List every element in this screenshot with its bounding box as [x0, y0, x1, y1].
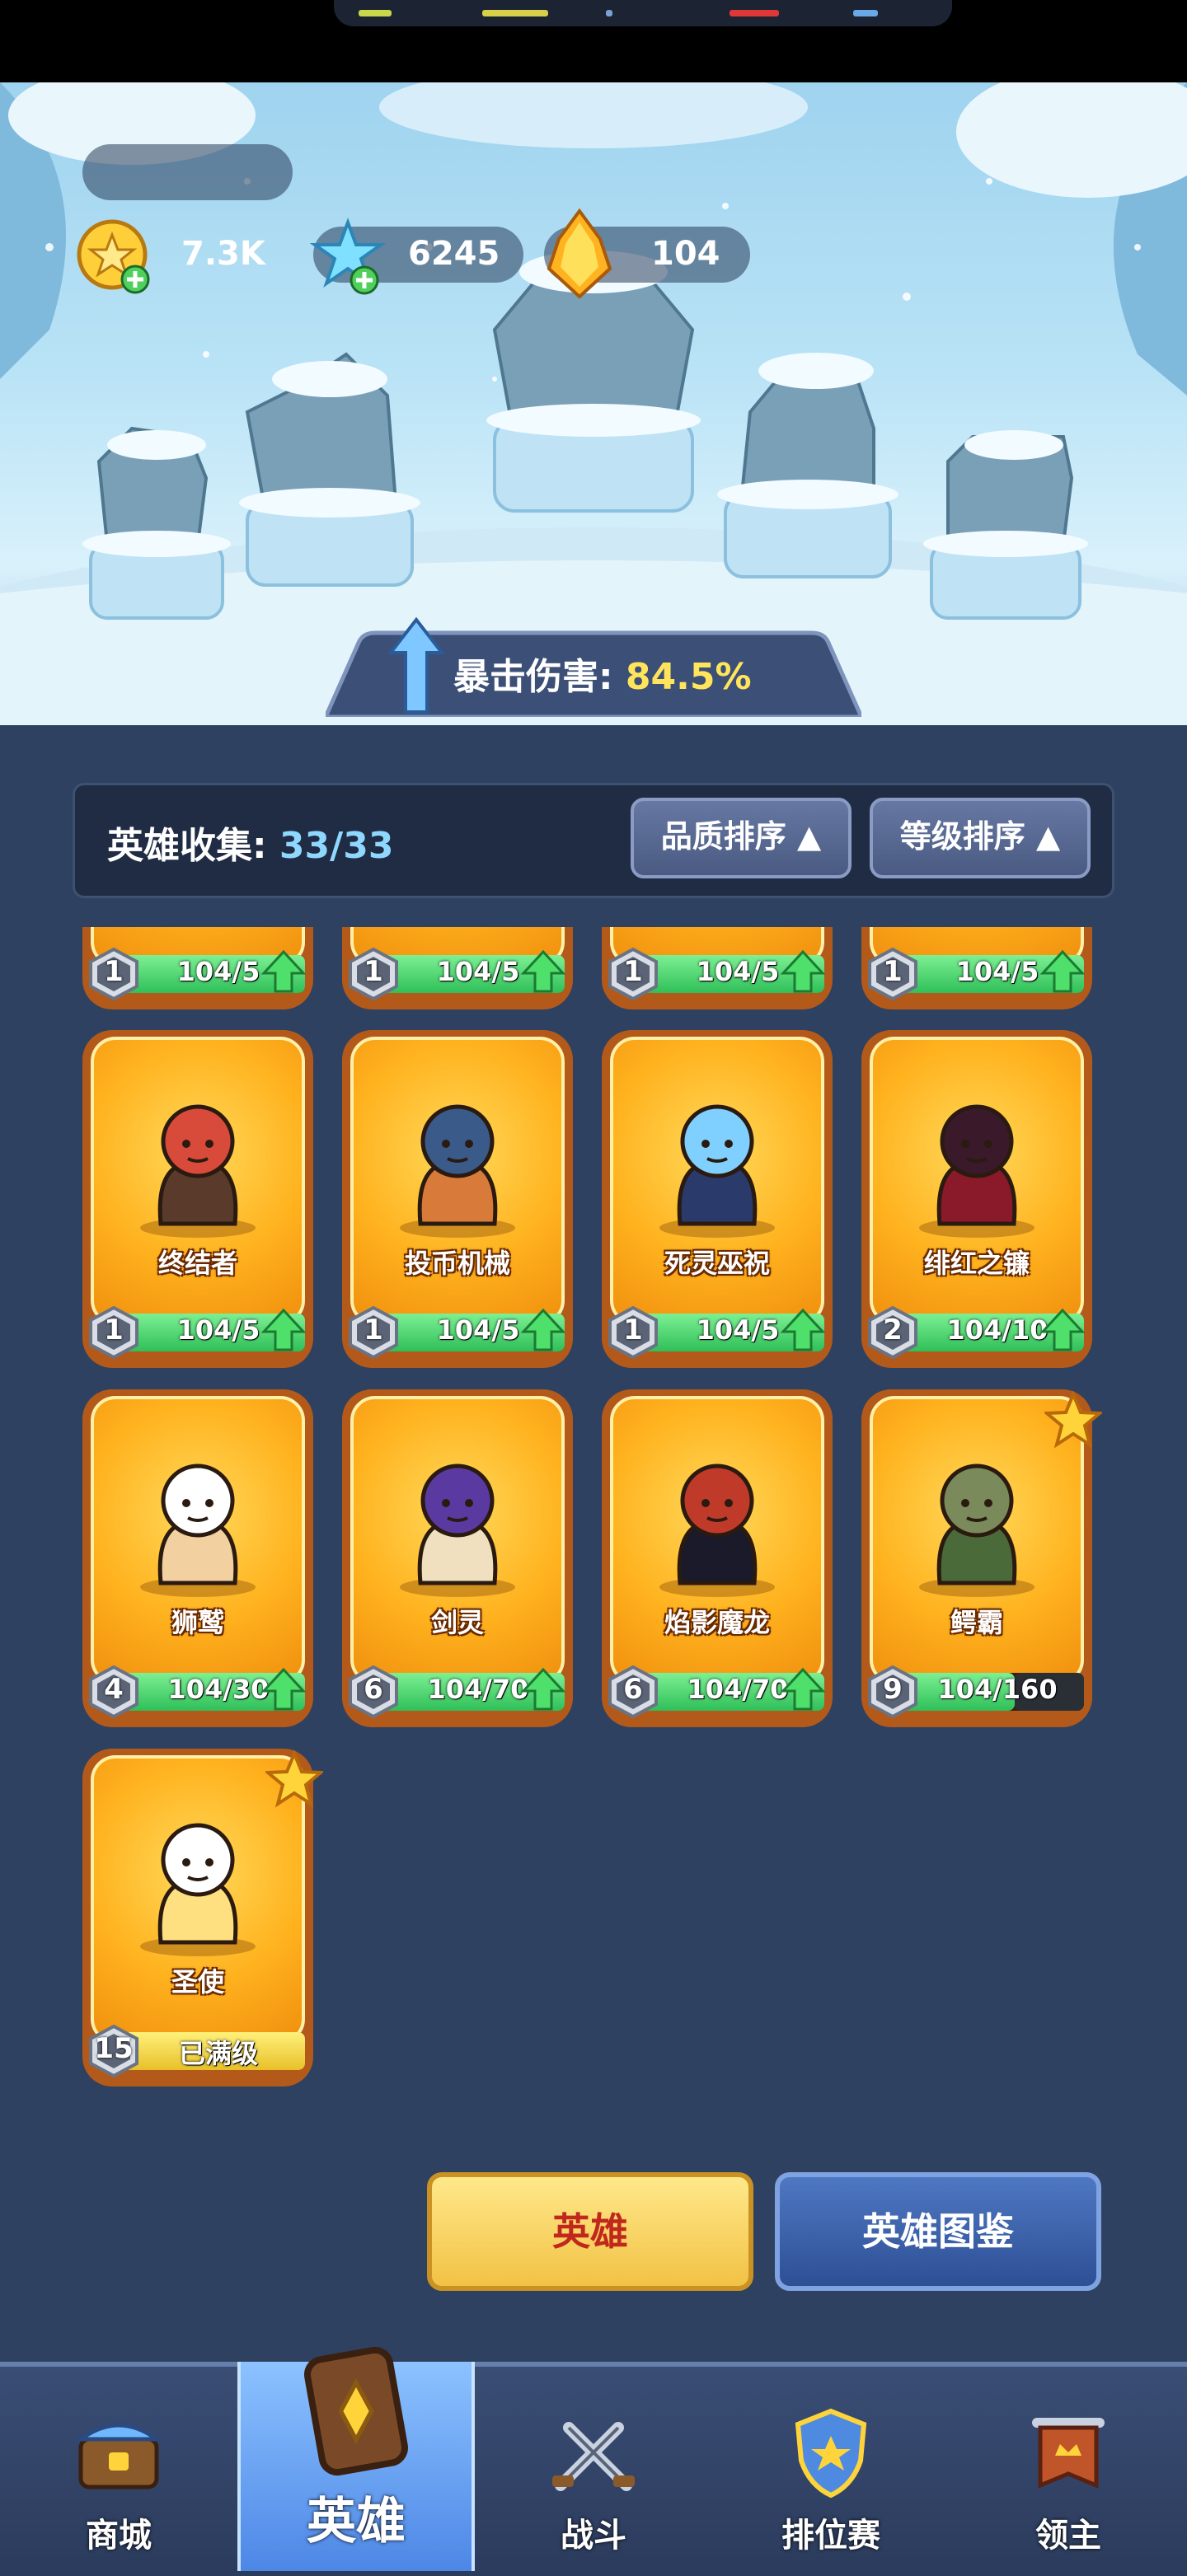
nav-label: 领主	[1035, 2517, 1101, 2555]
hero-portrait	[400, 1104, 515, 1238]
upgrade-arrow-icon	[520, 1308, 566, 1351]
hero-card[interactable]: 终结者 1 104/5	[82, 1030, 313, 1368]
hero-card[interactable]: 1 104/5	[82, 927, 313, 1009]
star-icon	[265, 1750, 323, 1808]
collection-text: 英雄收集: 33/33	[107, 816, 393, 869]
crystal-icon[interactable]	[307, 216, 389, 298]
nav-label: 排位赛	[781, 2517, 880, 2555]
upgrade-arrow-icon	[780, 949, 826, 993]
upgrade-arrow-icon	[780, 1667, 826, 1711]
quality-sort-label: 品质排序	[660, 818, 786, 855]
hero-name: 死灵巫祝	[664, 1248, 770, 1279]
hero-portrait	[919, 1104, 1035, 1238]
hero-level: 1	[104, 1314, 124, 1347]
nav-item-1[interactable]: 英雄	[237, 2346, 475, 2571]
star-icon	[1044, 1391, 1102, 1449]
hero-portrait	[140, 1104, 256, 1238]
upgrade-arrow-icon	[1039, 949, 1086, 993]
hero-portrait	[140, 1464, 256, 1597]
nav-item-3[interactable]: 排位赛	[712, 2362, 950, 2571]
hero-codex-button[interactable]: 英雄图鉴	[775, 2172, 1101, 2291]
hero-card[interactable]: 1 104/5	[342, 927, 573, 1009]
crystal-value: 6245	[408, 235, 500, 273]
hero-level: 1	[364, 1314, 383, 1347]
hero-level: 1	[623, 955, 643, 988]
hero-tab-button[interactable]: 英雄	[427, 2172, 753, 2291]
rank-shield-icon	[795, 2408, 867, 2499]
hero-level: 1	[883, 955, 903, 988]
nav-item-2[interactable]: 战斗	[475, 2362, 712, 2571]
status-notch	[334, 0, 952, 26]
upgrade-arrow-icon	[260, 949, 307, 993]
nav-item-0[interactable]: 商城	[0, 2362, 237, 2571]
hero-level: 1	[364, 955, 383, 988]
hero-level: 9	[883, 1673, 903, 1706]
hero-card[interactable]: 剑灵 6 104/70	[342, 1389, 573, 1727]
hero-level: 15	[94, 2032, 134, 2065]
hero-level: 2	[883, 1314, 903, 1347]
nav-item-4[interactable]: 领主	[950, 2362, 1187, 2571]
flame-crystal-icon[interactable]	[534, 206, 625, 305]
sort-up-icon: ▲	[1036, 818, 1061, 855]
hero-card[interactable]: 鳄霸 9 104/160	[861, 1389, 1102, 1727]
hero-name: 绯红之镰	[923, 1248, 1030, 1279]
sort-up-icon: ▲	[797, 818, 822, 855]
hero-name: 终结者	[157, 1248, 237, 1279]
status-bar	[0, 0, 1187, 82]
crit-damage-value: 84.5%	[625, 656, 752, 698]
shop-chest-icon	[74, 2423, 163, 2489]
hero-card[interactable]: 死灵巫祝 1 104/5	[602, 1030, 833, 1368]
hero-portrait	[659, 1464, 775, 1597]
hero-name: 狮鹫	[171, 1607, 224, 1638]
upgrade-arrow-icon	[260, 1667, 307, 1711]
hero-level: 1	[104, 955, 124, 988]
hero-card[interactable]: 圣使 15 已满级	[82, 1749, 323, 2087]
upgrade-arrow-icon	[520, 1667, 566, 1711]
upgrade-arrow-icon	[260, 1308, 307, 1351]
hero-portrait	[659, 1104, 775, 1238]
upgrade-arrow-icon	[780, 1308, 826, 1351]
hero-card[interactable]: 投币机械 1 104/5	[342, 1030, 573, 1368]
hero-card[interactable]: 绯红之镰 2 104/10	[861, 1030, 1092, 1368]
gold-value: 7.3K	[181, 235, 265, 273]
hero-portrait	[919, 1464, 1035, 1597]
hero-name: 圣使	[171, 1966, 224, 1998]
nav-label: 英雄	[307, 2493, 406, 2550]
collection-label: 英雄收集:	[107, 825, 279, 867]
level-sort-button[interactable]: 等级排序 ▲	[870, 798, 1091, 878]
hero-card[interactable]: 狮鹫 4 104/30	[82, 1389, 313, 1727]
crit-damage-text: 暴击伤害: 84.5%	[453, 647, 752, 700]
nav-label: 商城	[86, 2517, 152, 2555]
crit-up-arrow-icon	[387, 616, 445, 714]
collection-value: 33/33	[279, 825, 394, 867]
upgrade-arrow-icon	[520, 949, 566, 993]
hero-name: 焰影魔龙	[664, 1607, 770, 1638]
level-sort-label: 等级排序	[899, 818, 1025, 855]
hero-progress: 104/160	[937, 1674, 1058, 1705]
lord-banner-icon	[1032, 2418, 1105, 2489]
hero-progress: 已满级	[178, 2038, 258, 2069]
hero-portrait	[140, 1823, 256, 1956]
hero-card-icon	[304, 2346, 408, 2476]
gold-counter[interactable]	[82, 144, 293, 200]
crit-damage-label: 暴击伤害:	[453, 656, 626, 698]
hero-grid[interactable]: 1 104/5 1 104/5 1 104/5 1 104/5 终结者 1 104/5 投币机械 1 10…	[0, 927, 1187, 2105]
crossed-swords-icon	[552, 2422, 635, 2491]
hero-level: 6	[364, 1673, 383, 1706]
quality-sort-button[interactable]: 品质排序 ▲	[631, 798, 852, 878]
hero-level: 1	[623, 1314, 643, 1347]
flame-crystal-value: 104	[651, 235, 720, 273]
hero-level: 6	[623, 1673, 643, 1706]
hero-name: 鳄霸	[950, 1607, 1003, 1638]
hero-card[interactable]: 焰影魔龙 6 104/70	[602, 1389, 833, 1727]
gold-coin-icon[interactable]	[76, 218, 155, 297]
hero-name: 剑灵	[430, 1607, 484, 1638]
hero-level: 4	[104, 1673, 124, 1706]
hero-card[interactable]: 1 104/5	[861, 927, 1092, 1009]
hero-card[interactable]: 1 104/5	[602, 927, 833, 1009]
hero-portrait	[400, 1464, 515, 1597]
nav-label: 战斗	[561, 2517, 626, 2555]
hero-name: 投币机械	[404, 1248, 510, 1279]
upgrade-arrow-icon	[1039, 1308, 1086, 1351]
